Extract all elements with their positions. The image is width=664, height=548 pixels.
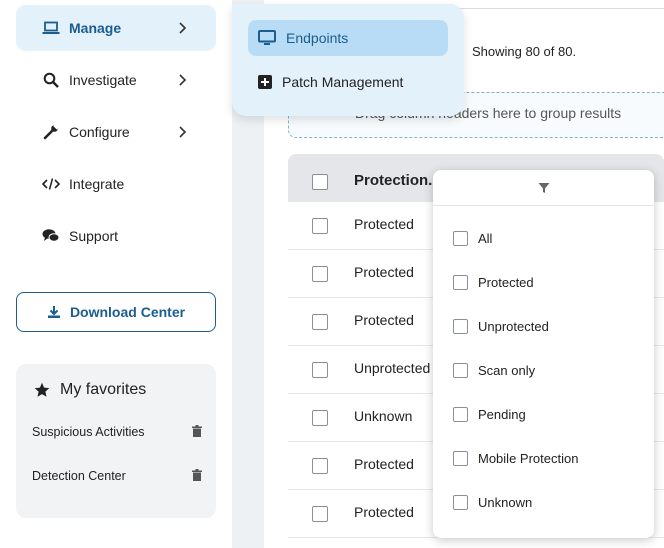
nav-integrate-label: Integrate bbox=[69, 176, 125, 192]
filter-option[interactable]: Scan only bbox=[453, 360, 643, 380]
search-icon bbox=[42, 71, 60, 89]
download-center-label: Download Center bbox=[69, 304, 186, 320]
protection-cell: Protected bbox=[354, 504, 414, 520]
filter-option-checkbox[interactable] bbox=[453, 406, 468, 422]
trash-icon[interactable] bbox=[192, 469, 202, 481]
nav-investigate-label: Investigate bbox=[69, 72, 137, 88]
favorite-item[interactable]: Detection Center bbox=[32, 466, 202, 486]
filter-option-label: Unknown bbox=[478, 494, 533, 510]
submenu-item-patch-management-label: Patch Management bbox=[282, 74, 404, 90]
submenu-item-patch-management[interactable]: Patch Management bbox=[248, 64, 448, 100]
filter-option[interactable]: All bbox=[453, 228, 643, 248]
favorites-title: My favorites bbox=[34, 381, 146, 399]
plus-square-icon bbox=[258, 75, 272, 89]
monitor-icon bbox=[258, 30, 276, 46]
protection-cell: Protected bbox=[354, 264, 414, 280]
nav-support-label: Support bbox=[69, 228, 119, 244]
row-checkbox[interactable] bbox=[312, 218, 328, 234]
favorite-item-label: Suspicious Activities bbox=[32, 425, 145, 439]
filter-option[interactable]: Unprotected bbox=[453, 316, 643, 336]
row-checkbox[interactable] bbox=[312, 410, 328, 426]
column-filter-dropdown: All Protected Unprotected Scan only Pend… bbox=[433, 170, 654, 538]
protection-cell: Protected bbox=[354, 312, 414, 328]
filter-option-checkbox[interactable] bbox=[453, 230, 468, 246]
result-count: Showing 80 of 80. bbox=[472, 44, 577, 59]
nav-investigate[interactable]: Investigate bbox=[16, 57, 216, 103]
laptop-icon bbox=[42, 19, 60, 37]
download-center-button[interactable]: Download Center bbox=[16, 292, 216, 332]
filter-option-checkbox[interactable] bbox=[453, 362, 468, 378]
manage-submenu: Endpoints Patch Management bbox=[232, 4, 464, 116]
filter-option-label: Pending bbox=[478, 406, 526, 422]
trash-icon[interactable] bbox=[192, 425, 202, 437]
wrench-icon bbox=[42, 123, 60, 141]
nav-manage[interactable]: Manage bbox=[16, 5, 216, 51]
column-header-protection[interactable]: Protection... bbox=[354, 172, 441, 189]
chat-icon bbox=[42, 227, 60, 245]
filter-option[interactable]: Pending bbox=[453, 404, 643, 424]
filter-option-label: Mobile Protection bbox=[478, 450, 579, 466]
chevron-right-icon bbox=[179, 22, 187, 34]
sidebar: Manage Investigate Configure Integrate S… bbox=[0, 0, 232, 548]
protection-cell: Unprotected bbox=[354, 360, 431, 376]
chevron-right-icon bbox=[179, 126, 187, 138]
filter-icon bbox=[538, 182, 549, 193]
filter-option-label: Unprotected bbox=[478, 318, 549, 334]
nav-configure[interactable]: Configure bbox=[16, 109, 216, 155]
row-checkbox[interactable] bbox=[312, 506, 328, 522]
protection-cell: Protected bbox=[354, 216, 414, 232]
nav-support[interactable]: Support bbox=[16, 213, 216, 259]
protection-cell: Protected bbox=[354, 456, 414, 472]
protection-cell: Unknown bbox=[354, 408, 413, 424]
code-icon bbox=[42, 175, 60, 193]
star-icon bbox=[34, 382, 50, 398]
filter-header[interactable] bbox=[433, 170, 654, 206]
favorite-item[interactable]: Suspicious Activities bbox=[32, 422, 202, 442]
filter-option-label: Protected bbox=[478, 274, 534, 290]
download-icon bbox=[47, 305, 61, 319]
submenu-item-endpoints[interactable]: Endpoints bbox=[248, 20, 448, 56]
filter-option-checkbox[interactable] bbox=[453, 450, 468, 466]
favorites-title-text: My favorites bbox=[60, 381, 147, 398]
row-checkbox[interactable] bbox=[312, 314, 328, 330]
filter-option-checkbox[interactable] bbox=[453, 494, 468, 510]
filter-option-checkbox[interactable] bbox=[453, 274, 468, 290]
nav-manage-label: Manage bbox=[69, 20, 122, 36]
select-all-checkbox[interactable] bbox=[312, 174, 328, 190]
nav-configure-label: Configure bbox=[69, 124, 130, 140]
filter-option[interactable]: Unknown bbox=[453, 492, 643, 512]
nav-integrate[interactable]: Integrate bbox=[16, 161, 216, 207]
submenu-item-endpoints-label: Endpoints bbox=[286, 30, 349, 46]
filter-option-label: Scan only bbox=[478, 362, 536, 378]
row-checkbox[interactable] bbox=[312, 458, 328, 474]
filter-option[interactable]: Mobile Protection bbox=[453, 448, 643, 468]
row-checkbox[interactable] bbox=[312, 266, 328, 282]
favorite-item-label: Detection Center bbox=[32, 469, 126, 483]
filter-option-checkbox[interactable] bbox=[453, 318, 468, 334]
filter-option-label: All bbox=[478, 230, 493, 246]
row-checkbox[interactable] bbox=[312, 362, 328, 378]
chevron-right-icon bbox=[179, 74, 187, 86]
filter-option[interactable]: Protected bbox=[453, 272, 643, 292]
favorites-panel: My favorites Suspicious Activities Detec… bbox=[16, 364, 216, 518]
